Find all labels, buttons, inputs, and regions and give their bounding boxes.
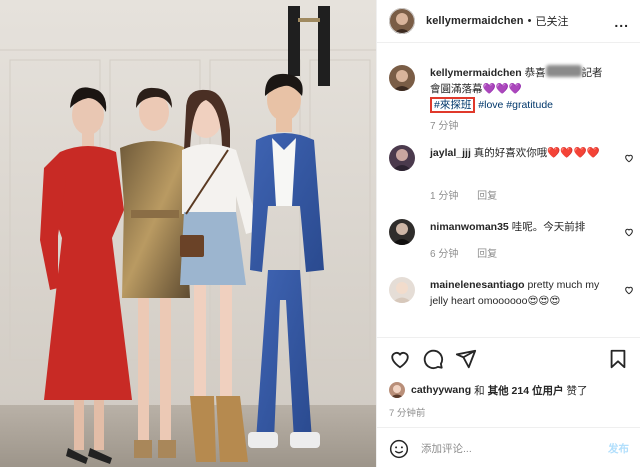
- post-comment-button[interactable]: 发布: [608, 441, 629, 456]
- caption-time[interactable]: 7 分钟: [430, 121, 458, 132]
- commenter-avatar[interactable]: [389, 219, 415, 245]
- reply-button[interactable]: 回复: [477, 191, 497, 202]
- comment-body: mainelenesantiago pretty much my jelly h…: [430, 277, 610, 309]
- caption-emoji: 💜💜💜: [482, 83, 522, 95]
- comment-time[interactable]: 1 分钟: [430, 191, 458, 202]
- liker-username[interactable]: cathyywang: [411, 384, 471, 396]
- comments-list[interactable]: kellymermaidchen 恭喜 記者會圓滿落幕💜💜💜 #來探班 #love…: [377, 55, 640, 337]
- comment-item: mainelenesantiago pretty much my jelly h…: [389, 277, 634, 337]
- comment-meta: 1 分钟 回复: [430, 187, 513, 202]
- post-sidebar: kellymermaidchen • 已关注 ... kellymermaidc…: [376, 0, 640, 467]
- comment-username[interactable]: jaylal_jjj: [430, 147, 471, 159]
- photo-illustration: [0, 0, 376, 467]
- post-header: kellymermaidchen • 已关注 ...: [377, 0, 640, 43]
- more-dots-icon[interactable]: ...: [614, 14, 629, 30]
- commenter-avatar[interactable]: [389, 277, 415, 303]
- follow-status[interactable]: 已关注: [535, 13, 568, 29]
- small-heart-icon[interactable]: [624, 227, 634, 237]
- caption-username[interactable]: kellymermaidchen: [430, 67, 522, 79]
- action-icons: [389, 348, 629, 372]
- caption-meta: 7 分钟: [430, 117, 474, 132]
- comment-time[interactable]: 6 分钟: [430, 249, 458, 260]
- caption: kellymermaidchen 恭喜 記者會圓滿落幕💜💜💜 #來探班 #love…: [389, 65, 634, 140]
- reply-button[interactable]: 回复: [477, 249, 497, 260]
- comment-input[interactable]: 添加评论...: [421, 441, 472, 456]
- comment-meta: 6 分钟 回复: [430, 245, 513, 260]
- comment-emoji: ❤️❤️❤️❤️: [547, 147, 600, 159]
- instagram-post-view: kellymermaidchen • 已关注 ... kellymermaidc…: [0, 0, 640, 467]
- post-actions: cathyywang 和 其他 214 位用户 赞了 7 分钟前 添加评论...…: [377, 337, 640, 467]
- comment-body: jaylal_jjj 真的好喜欢你哦❤️❤️❤️❤️: [430, 145, 610, 161]
- comment-item: jaylal_jjj 真的好喜欢你哦❤️❤️❤️❤️ 1 分钟 回复: [389, 145, 634, 205]
- small-heart-icon[interactable]: [624, 285, 634, 295]
- liker-avatar: [389, 382, 405, 398]
- comment-body: nimanwoman35 哇呢。今天前排: [430, 219, 610, 235]
- comment-emoji: 😍😍😍: [527, 295, 561, 307]
- blurred-redaction: [545, 65, 582, 77]
- author-username[interactable]: kellymermaidchen: [426, 15, 524, 27]
- comment-text: 哇呢。今天前排: [511, 221, 586, 233]
- likes-others[interactable]: 其他 214 位用户: [488, 383, 564, 398]
- hashtag-laitanban[interactable]: #來探班: [430, 97, 476, 113]
- likes-suffix: 赞了: [566, 384, 588, 397]
- caption-author-avatar[interactable]: [389, 65, 415, 91]
- hashtag-gratitude[interactable]: #gratitude: [506, 99, 553, 111]
- comment-icon[interactable]: [422, 348, 444, 370]
- heart-icon[interactable]: [389, 348, 411, 370]
- smiley-icon[interactable]: [389, 439, 409, 459]
- caption-body: kellymermaidchen 恭喜 記者會圓滿落幕💜💜💜 #來探班 #love…: [430, 65, 610, 113]
- author-avatar[interactable]: [389, 8, 415, 34]
- comment-username[interactable]: nimanwoman35: [430, 221, 509, 233]
- hashtag-love[interactable]: #love: [478, 99, 503, 111]
- post-timestamp[interactable]: 7 分钟前: [389, 405, 425, 419]
- bookmark-icon[interactable]: [607, 348, 629, 370]
- comment-text: 真的好喜欢你哦: [473, 147, 548, 159]
- post-photo[interactable]: [0, 0, 376, 467]
- commenter-avatar[interactable]: [389, 145, 415, 171]
- small-heart-icon[interactable]: [624, 153, 634, 163]
- likes-conj: 和: [474, 384, 485, 397]
- share-icon[interactable]: [455, 348, 477, 370]
- caption-text-before: 恭喜: [524, 67, 546, 79]
- comment-item: nimanwoman35 哇呢。今天前排 6 分钟 回复: [389, 219, 634, 269]
- comment-username[interactable]: mainelenesantiago: [430, 279, 525, 291]
- likes-summary[interactable]: cathyywang 和 其他 214 位用户 赞了: [389, 382, 587, 398]
- separator-dot: •: [527, 15, 532, 27]
- add-comment-bar: 添加评论... 发布: [377, 427, 640, 467]
